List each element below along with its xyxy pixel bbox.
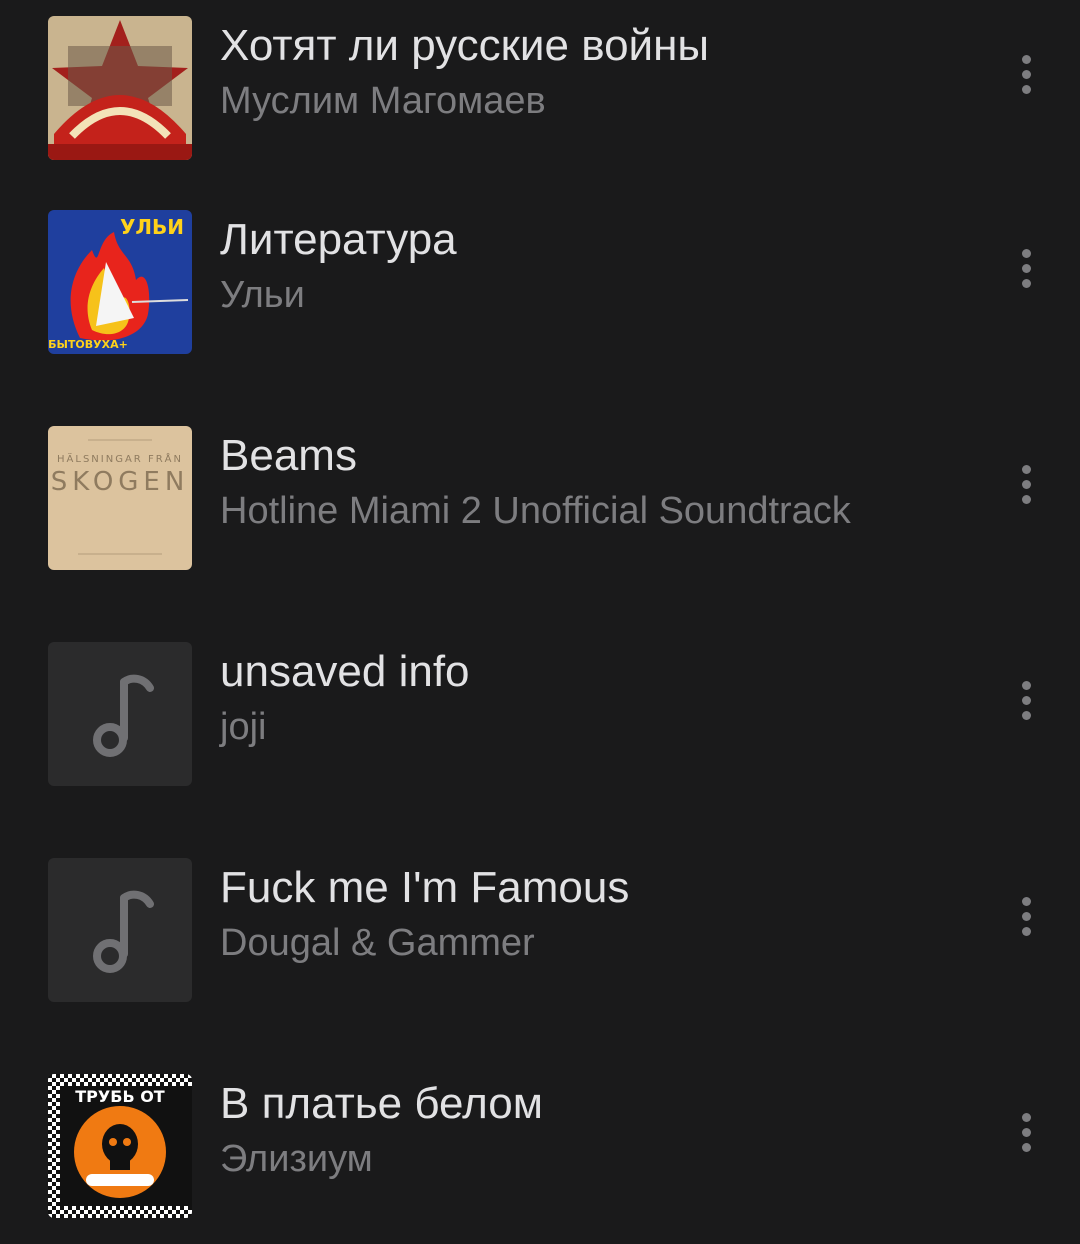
track-artist: Элизиум xyxy=(220,1138,373,1180)
svg-text:ТРУБЬ ОТ: ТРУБЬ ОТ xyxy=(75,1087,165,1106)
album-cover[interactable]: HÄLSNINGAR FRÅN SKOGEN xyxy=(48,426,192,570)
dot xyxy=(1021,54,1031,64)
track-title: Beams xyxy=(220,431,357,480)
album-cover-placeholder[interactable] xyxy=(48,642,192,786)
svg-text:УЛЬИ: УЛЬИ xyxy=(120,215,184,239)
track-title: Fuck me I'm Famous xyxy=(220,863,630,912)
album-cover[interactable] xyxy=(48,16,192,160)
track-artist: Dougal & Gammer xyxy=(220,922,535,964)
track-artist: Муслим Магомаев xyxy=(220,80,546,122)
track-row[interactable]: unsaved info joji xyxy=(0,632,1080,812)
dot xyxy=(1021,680,1031,690)
music-note-icon xyxy=(93,674,154,757)
dot xyxy=(1021,1127,1031,1137)
track-artist: Ульи xyxy=(220,274,305,316)
album-cover-red-star-icon xyxy=(48,16,192,160)
more-options-button[interactable] xyxy=(1000,1096,1052,1168)
album-cover-checkered-skull-icon: ТРУБЬ ОТ xyxy=(48,1074,192,1218)
dot xyxy=(1021,84,1031,94)
more-options-button[interactable] xyxy=(1000,448,1052,520)
track-row[interactable]: ТРУБЬ ОТ В платье белом Элизиум xyxy=(0,1064,1080,1244)
svg-text:HÄLSNINGAR FRÅN: HÄLSNINGAR FRÅN xyxy=(57,452,183,465)
dot xyxy=(1021,896,1031,906)
more-options-button[interactable] xyxy=(1000,38,1052,110)
dot xyxy=(1021,1142,1031,1152)
track-artist: Hotline Miami 2 Unofficial Soundtrack xyxy=(220,490,851,532)
track-title: unsaved info xyxy=(220,647,470,696)
dot xyxy=(1021,710,1031,720)
track-row[interactable]: HÄLSNINGAR FRÅN SKOGEN Beams Hotline Mia… xyxy=(0,416,1080,596)
track-row[interactable]: Fuck me I'm Famous Dougal & Gammer xyxy=(0,848,1080,1028)
dot xyxy=(1021,926,1031,936)
dot xyxy=(1021,248,1031,258)
more-options-button[interactable] xyxy=(1000,880,1052,952)
more-options-button[interactable] xyxy=(1000,232,1052,304)
svg-text:SKOGEN: SKOGEN xyxy=(51,467,190,497)
dot xyxy=(1021,263,1031,273)
dot xyxy=(1021,1112,1031,1122)
track-title: Хотят ли русские войны xyxy=(220,21,710,70)
track-title: Литература xyxy=(220,215,457,264)
dot xyxy=(1021,494,1031,504)
svg-text:БЫТОВУХА+: БЫТОВУХА+ xyxy=(48,338,128,351)
album-cover-placeholder[interactable] xyxy=(48,858,192,1002)
album-cover[interactable]: ТРУБЬ ОТ xyxy=(48,1074,192,1218)
dot xyxy=(1021,911,1031,921)
dot xyxy=(1021,278,1031,288)
dot xyxy=(1021,695,1031,705)
track-title: В платье белом xyxy=(220,1079,543,1128)
dot xyxy=(1021,69,1031,79)
album-cover[interactable]: УЛЬИ БЫТОВУХА+ xyxy=(48,210,192,354)
album-cover-beige-icon: HÄLSNINGAR FRÅN SKOGEN xyxy=(48,426,192,570)
track-list: Хотят ли русские войны Муслим Магомаев У… xyxy=(0,0,1080,1237)
music-note-icon xyxy=(93,890,154,973)
dot xyxy=(1021,464,1031,474)
album-cover-burning-iron-icon: УЛЬИ БЫТОВУХА+ xyxy=(48,210,192,354)
dot xyxy=(1021,479,1031,489)
track-artist: joji xyxy=(220,706,267,748)
track-row[interactable]: УЛЬИ БЫТОВУХА+ Литература Ульи xyxy=(0,200,1080,380)
more-options-button[interactable] xyxy=(1000,664,1052,736)
track-row[interactable]: Хотят ли русские войны Муслим Магомаев xyxy=(0,6,1080,186)
